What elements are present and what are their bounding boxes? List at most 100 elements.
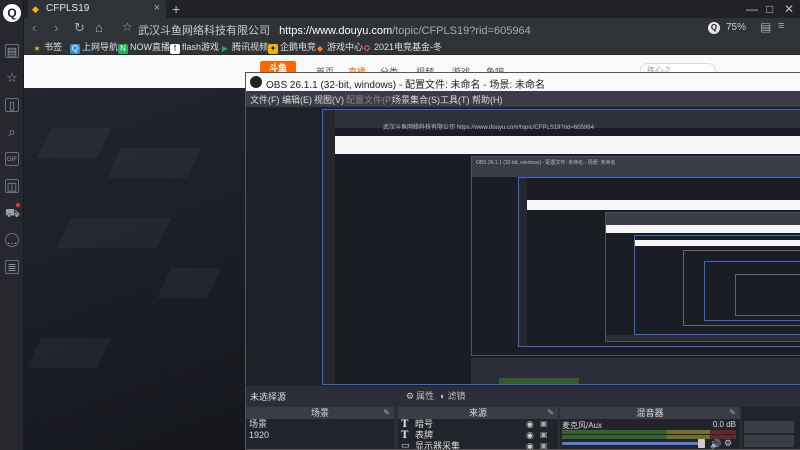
- control-button[interactable]: [744, 435, 794, 447]
- menu-file[interactable]: 文件(F): [250, 93, 280, 106]
- volume-fader[interactable]: [562, 442, 702, 445]
- navigation-icon: Q: [70, 44, 80, 54]
- nested-url: 武汉斗鱼网络科技有限公司 https://www.douyu.com/topic…: [383, 125, 594, 131]
- obs-window-title: OBS 26.1.1 (32-bit, windows) - 配置文件: 未命名…: [266, 80, 545, 91]
- games-icon[interactable]: ◫: [5, 179, 19, 193]
- menu-icon[interactable]: ▤: [760, 20, 771, 34]
- bookmark-item[interactable]: ✦ 企鹅电竞: [268, 40, 316, 54]
- menu-edit[interactable]: 编辑(E): [282, 93, 312, 106]
- tab-cfpls19[interactable]: ◆ CFPLS19 ×: [28, 0, 166, 18]
- filters-button[interactable]: ◐ 滤镜: [438, 388, 469, 403]
- lock-icon[interactable]: ▣: [540, 419, 548, 428]
- home-icon[interactable]: ⌂: [95, 20, 103, 35]
- bookmark-item[interactable]: ✪ 2021电竞基金-冬: [362, 40, 442, 54]
- visibility-eye-icon[interactable]: ◉: [526, 419, 534, 430]
- dock-float-icon[interactable]: ✎: [547, 407, 554, 419]
- browser-logo-icon[interactable]: Q: [3, 4, 21, 22]
- menu-profile[interactable]: 配置文件(P): [346, 93, 394, 106]
- menu-scene-collection[interactable]: 场景集合(S): [392, 93, 440, 106]
- audio-meter: [562, 430, 736, 434]
- star-icon: ★: [33, 44, 41, 53]
- lock-icon[interactable]: ▣: [540, 430, 548, 439]
- audio-mixer: 麦克风/Aux 0.0 dB 🔊 ⚙: [560, 419, 740, 449]
- close-window-button[interactable]: ✕: [784, 2, 794, 16]
- favorites-star-icon[interactable]: ☆: [5, 71, 19, 85]
- bookmark-item[interactable]: ▶ 腾讯视频: [220, 40, 268, 54]
- new-tab-button[interactable]: +: [172, 1, 180, 17]
- preview-capture-level7: [704, 261, 800, 321]
- scenes-dock-header: 场景 ✎: [246, 407, 394, 419]
- url-field[interactable]: 武汉斗鱼网络科技有限公司 https://www.douyu.com/topic…: [138, 22, 531, 38]
- control-button[interactable]: [744, 421, 794, 433]
- text-source-icon: T: [401, 419, 409, 430]
- site-identity-label: 武汉斗鱼网络科技有限公司: [138, 25, 270, 37]
- mixer-dock-header: 混音器 ✎: [560, 407, 740, 419]
- visibility-eye-icon[interactable]: ◉: [526, 441, 534, 449]
- obs-logo-icon: [250, 76, 262, 88]
- dock-float-icon[interactable]: ✎: [383, 407, 390, 419]
- no-source-selected-label: 未选择源: [250, 392, 287, 402]
- sources-dock-header: 来源 ✎: [398, 407, 558, 419]
- url-domain: https://www.douyu.com: [279, 25, 393, 37]
- source-item[interactable]: T 表牌 ◉ ▣: [398, 430, 558, 441]
- notes-icon[interactable]: ≣: [5, 260, 19, 274]
- bookmarks-bar: ★ 书签 Q 上网导航 N NOW直播 f flash游戏 ▶ 腾讯视频 ✦ 企鹅电竞 ◆ 游…: [24, 38, 800, 55]
- douyu-favicon-icon: ◆: [32, 4, 39, 14]
- lock-icon[interactable]: ▣: [540, 441, 548, 449]
- properties-button[interactable]: ⚙ 属性: [404, 388, 438, 403]
- menu-view[interactable]: 视图(V): [314, 93, 344, 106]
- url-path: /topic/CFPLS19?rid=605964: [392, 25, 531, 37]
- menu-tools[interactable]: 工具(T): [440, 93, 470, 106]
- scene-item[interactable]: 1920: [246, 430, 394, 441]
- game-center-icon: ◆: [316, 44, 324, 53]
- scene-item[interactable]: 场景: [246, 419, 394, 430]
- tab-strip: ◆ CFPLS19 × + — □ ✕: [24, 0, 800, 18]
- gear-icon[interactable]: ⚙: [724, 438, 732, 449]
- bookmark-item[interactable]: N NOW直播: [118, 40, 170, 54]
- browser-sidebar: Q ▤ ☆ ▯ ⌕ GIF ◫ ⛟ … ≣: [0, 0, 24, 450]
- flash-icon: f: [170, 44, 180, 54]
- source-item[interactable]: T 暗号 ◉ ▣: [398, 419, 558, 430]
- reader-book-icon[interactable]: ▯: [5, 98, 19, 112]
- back-icon[interactable]: ‹: [32, 20, 36, 35]
- zoom-icon[interactable]: Q: [708, 22, 720, 34]
- filter-icon: ◐: [440, 391, 446, 401]
- bookmark-star-icon[interactable]: ☆: [122, 20, 133, 34]
- tab-close-icon[interactable]: ×: [154, 2, 160, 14]
- preview-capture-level5: [634, 235, 800, 335]
- bookmark-item[interactable]: Q 上网导航: [70, 40, 118, 54]
- mixer-db-value: 0.0 dB: [712, 420, 736, 429]
- menu-help[interactable]: 帮助(H): [472, 93, 503, 106]
- obs-preview[interactable]: 武汉斗鱼网络科技有限公司 https://www.douyu.com/topic…: [246, 107, 800, 385]
- more-icon[interactable]: ≡: [778, 20, 784, 32]
- tencent-video-icon: ▶: [221, 44, 229, 53]
- speaker-icon[interactable]: 🔊: [710, 439, 721, 449]
- visibility-eye-icon[interactable]: ◉: [526, 430, 534, 441]
- forward-icon[interactable]: ›: [54, 20, 58, 35]
- esports-fund-icon: ✪: [363, 44, 371, 53]
- minimize-button[interactable]: —: [746, 2, 758, 16]
- now-live-icon: N: [118, 44, 128, 54]
- reload-icon[interactable]: ↻: [74, 20, 85, 36]
- zoom-level[interactable]: 75%: [726, 22, 746, 33]
- search-icon[interactable]: ⌕: [5, 125, 19, 139]
- bookmark-item[interactable]: ★ 书签: [32, 40, 62, 54]
- tab-title: CFPLS19: [46, 3, 90, 14]
- obs-source-toolbar: 未选择源 ⚙ 属性 ◐ 滤镜: [246, 385, 800, 405]
- gear-icon: ⚙: [406, 391, 415, 401]
- cart-icon[interactable]: ⛟: [5, 206, 20, 220]
- bookmark-panel-icon[interactable]: ▤: [5, 44, 19, 58]
- volume-fader-handle[interactable]: [698, 439, 705, 448]
- dock-float-icon[interactable]: ✎: [729, 407, 736, 419]
- source-item[interactable]: ▭ 显示器采集 ◉ ▣: [398, 441, 558, 449]
- preview-capture-level3: [518, 177, 800, 347]
- video-icon[interactable]: GIF: [5, 152, 19, 166]
- maximize-button[interactable]: □: [766, 2, 773, 16]
- stream-background: [24, 88, 246, 450]
- chat-icon[interactable]: …: [5, 233, 19, 247]
- bookmark-item[interactable]: f flash游戏: [170, 40, 219, 54]
- obs-title-bar: OBS 26.1.1 (32-bit, windows) - 配置文件: 未命名…: [246, 73, 800, 91]
- nested-obs-title: OBS 26.1.1 (32-bit, windows) - 配置文件: 未命名…: [476, 160, 616, 166]
- bookmark-item[interactable]: ◆ 游戏中心: [315, 40, 363, 54]
- preview-capture-level4: [605, 212, 800, 342]
